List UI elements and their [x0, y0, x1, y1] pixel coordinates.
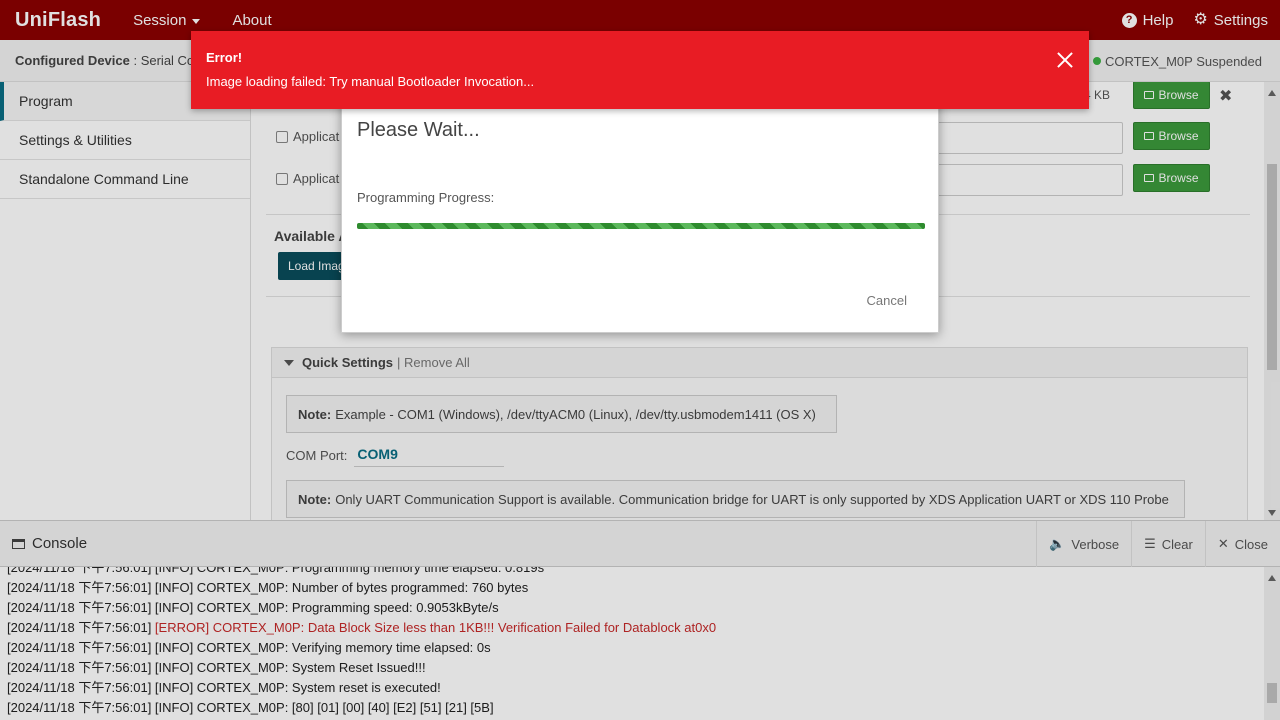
- dialog-title: Please Wait...: [357, 119, 480, 141]
- toast-title: Error!: [206, 50, 243, 65]
- close-icon[interactable]: [1055, 50, 1075, 70]
- toast-message: Image loading failed: Try manual Bootloa…: [206, 74, 535, 89]
- progress-fill: [357, 223, 925, 229]
- progress-label: Programming Progress:: [357, 190, 495, 205]
- progress-dialog: Please Wait... Programming Progress: Can…: [341, 96, 939, 333]
- progress-bar: [357, 223, 925, 229]
- cancel-button[interactable]: Cancel: [867, 293, 907, 308]
- error-toast: Error! Image loading failed: Try manual …: [191, 31, 1089, 109]
